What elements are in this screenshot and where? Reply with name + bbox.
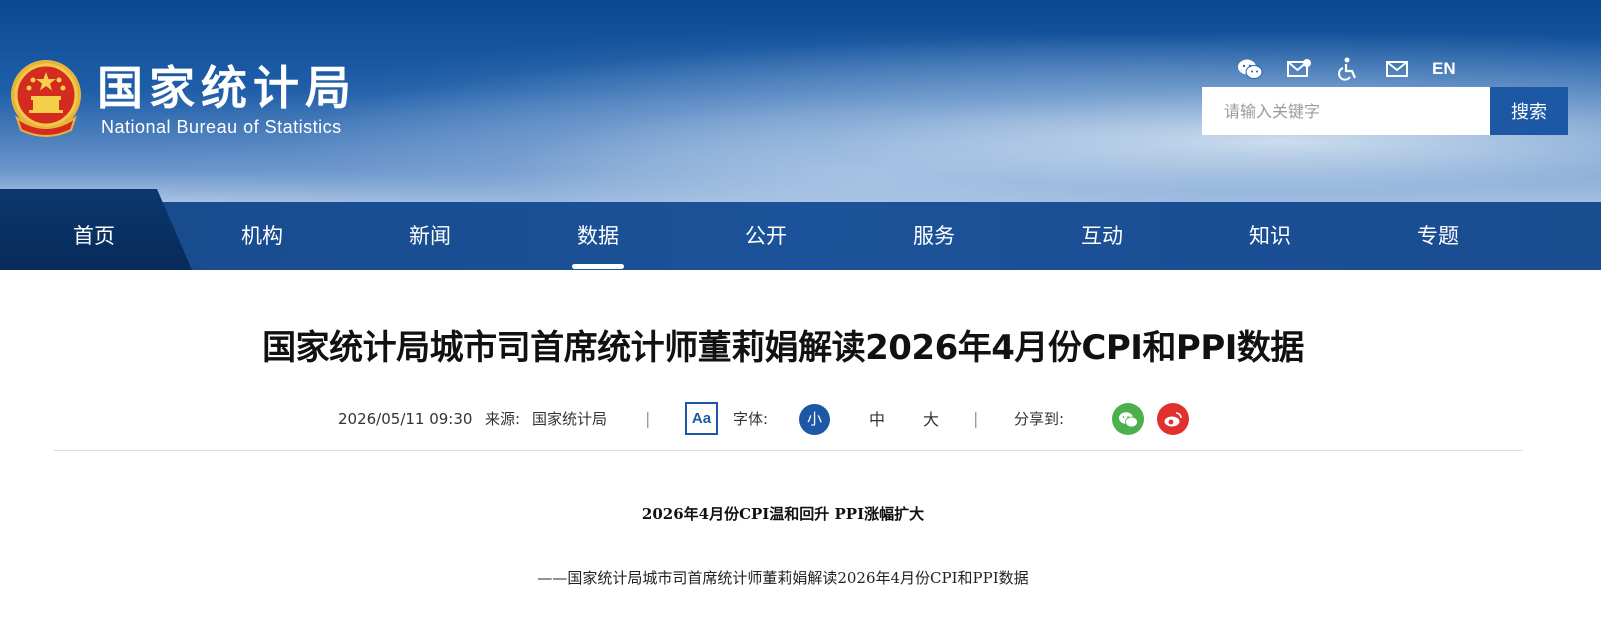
article-source: 国家统计局 — [532, 410, 608, 428]
share-weibo-icon[interactable] — [1157, 403, 1189, 435]
meta-separator: | — [645, 409, 651, 428]
search-button[interactable]: 搜索 — [1490, 87, 1568, 135]
article-subheading: 2026年4月份CPI温和回升 PPI涨幅扩大 — [641, 505, 925, 523]
article-title: 国家统计局城市司首席统计师董莉娟解读2026年4月份CPI和PPI数据 — [262, 328, 1304, 368]
nav-item-knowledge[interactable]: 知识 — [1210, 202, 1330, 270]
nav-item-organization[interactable]: 机构 — [202, 202, 322, 270]
english-language-link[interactable]: EN — [1432, 59, 1456, 79]
article-subtitle-line: ——国家统计局城市司首席统计师董莉娟解读2026年4月份CPI和PPI数据 — [537, 569, 1029, 587]
source-label: 来源: — [485, 410, 521, 428]
font-size-label: 字体: — [733, 410, 769, 428]
nav-item-home[interactable]: 首页 — [34, 202, 154, 270]
search-input[interactable] — [1202, 87, 1490, 135]
article-header-divider — [54, 450, 1523, 451]
nav-item-data[interactable]: 数据 — [538, 202, 658, 270]
header-utility-icons: EN — [1236, 56, 1456, 82]
nav-item-interaction[interactable]: 互动 — [1042, 202, 1162, 270]
article-date: 2026/05/11 09:30 — [338, 410, 473, 428]
font-size-large-button[interactable]: 大 — [923, 404, 939, 435]
font-size-icon: Aa — [685, 402, 718, 435]
mail-icon[interactable] — [1383, 57, 1411, 81]
main-nav: 首页 机构 新闻 数据 公开 服务 互动 知识 专题 — [0, 189, 1601, 270]
nav-active-indicator — [572, 264, 624, 269]
share-label: 分享到: — [1014, 410, 1065, 428]
nav-item-news[interactable]: 新闻 — [370, 202, 490, 270]
national-emblem-icon — [11, 60, 81, 137]
font-size-medium-button[interactable]: 中 — [869, 404, 885, 435]
mail-settings-icon[interactable] — [1285, 57, 1313, 81]
share-wechat-icon[interactable] — [1112, 403, 1144, 435]
site-logo-en[interactable]: National Bureau of Statistics — [101, 117, 342, 138]
site-logo-cn[interactable]: 国家统计局 — [97, 60, 357, 116]
font-size-small-button[interactable]: 小 — [799, 404, 830, 435]
nav-item-public[interactable]: 公开 — [706, 202, 826, 270]
wechat-icon[interactable] — [1236, 57, 1264, 81]
meta-separator: | — [973, 409, 979, 428]
nav-item-topics[interactable]: 专题 — [1378, 202, 1498, 270]
accessibility-icon[interactable] — [1334, 57, 1362, 81]
nav-item-services[interactable]: 服务 — [874, 202, 994, 270]
